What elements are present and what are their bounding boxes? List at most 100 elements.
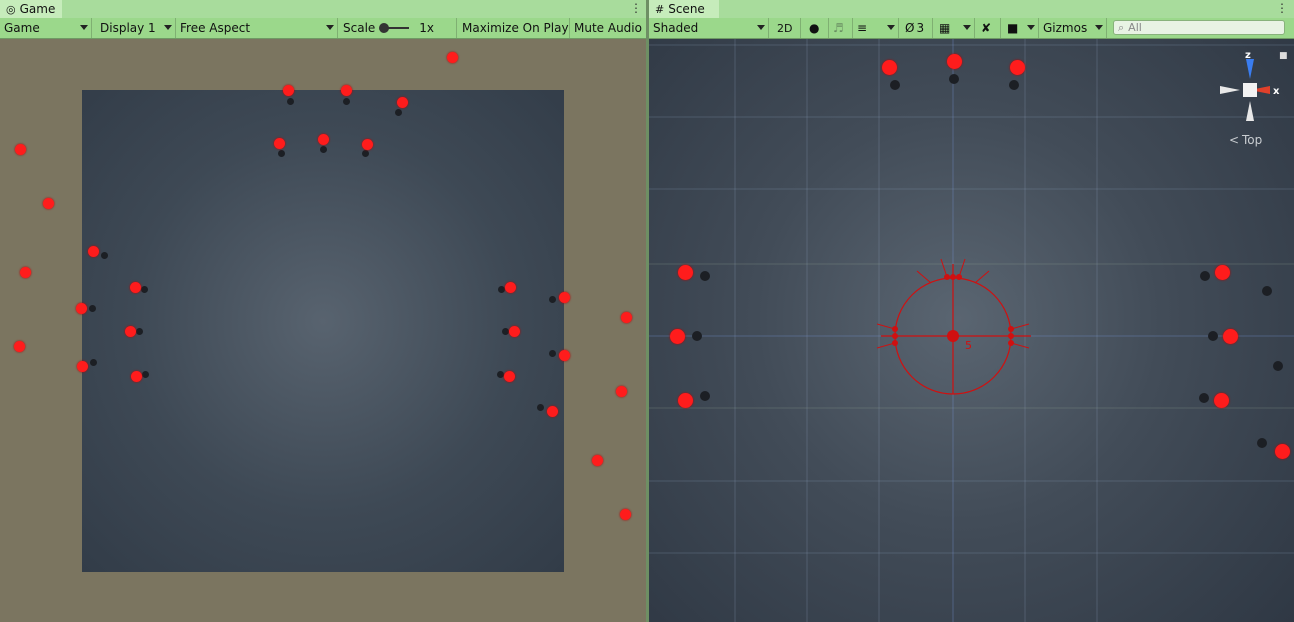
lock-icon[interactable]: ■ xyxy=(1279,51,1288,61)
scale-label: Scale xyxy=(343,21,376,35)
scale-slider[interactable] xyxy=(379,23,410,33)
agent-shadow xyxy=(1273,361,1283,371)
chevron-down-icon xyxy=(963,25,971,30)
agent-shadow xyxy=(501,327,509,335)
view-select[interactable]: Game xyxy=(0,18,92,38)
tab-scene[interactable]: # Scene xyxy=(649,0,719,18)
camera-select[interactable]: ■ xyxy=(1003,18,1039,38)
search-placeholder: All xyxy=(1128,21,1142,34)
shading-select[interactable]: Shaded xyxy=(649,18,769,38)
agent-shadow xyxy=(1200,271,1210,281)
audio-toggle[interactable]: ♬ xyxy=(829,18,853,38)
selected-agent[interactable] xyxy=(947,330,959,342)
agent-shadow xyxy=(286,97,294,105)
agent-marker xyxy=(1213,392,1229,408)
scene-grid xyxy=(649,39,1294,622)
agent-marker xyxy=(615,385,627,397)
agent-shadow xyxy=(1009,80,1019,90)
agent-marker xyxy=(14,143,26,155)
agent-shadow xyxy=(319,145,327,153)
axis-x-label: x xyxy=(1273,86,1280,97)
agent-marker xyxy=(282,84,294,96)
chevron-down-icon xyxy=(1095,25,1103,30)
agent-marker xyxy=(317,133,329,145)
mute-audio-toggle[interactable]: Mute Audio xyxy=(570,18,646,38)
search-input[interactable]: ⌕ All xyxy=(1113,20,1285,35)
mode-2d-label: 2D xyxy=(777,21,793,35)
more-icon[interactable]: ⋮ xyxy=(630,1,642,15)
game-board xyxy=(82,90,564,572)
agent-marker xyxy=(19,266,31,278)
agent-marker xyxy=(361,138,373,150)
sensor-point xyxy=(892,340,898,346)
agent-shadow xyxy=(361,149,369,157)
camera-icon: ■ xyxy=(1007,21,1019,35)
axis-neg-x-cone[interactable] xyxy=(1220,86,1240,94)
gizmos-select[interactable]: Gizmos xyxy=(1039,18,1107,38)
tab-scene-label: Scene xyxy=(668,2,705,16)
visibility-icon: Ø xyxy=(905,21,915,35)
aspect-select[interactable]: Free Aspect xyxy=(176,18,338,38)
lighting-toggle[interactable]: ● xyxy=(805,18,829,38)
scene-viewport[interactable]: 5 z x < Top ■ xyxy=(649,39,1294,622)
ray-line xyxy=(916,270,932,284)
gamepad-icon: ◎ xyxy=(6,2,16,16)
sensor-point xyxy=(944,274,950,280)
agent-shadow xyxy=(548,295,556,303)
light-icon: ● xyxy=(809,21,820,35)
axis-neg-z-cone[interactable] xyxy=(1246,101,1254,121)
selection-gizmo[interactable]: 5 xyxy=(876,258,1031,395)
scale-slider-knob[interactable] xyxy=(379,23,390,33)
agent-shadow xyxy=(88,304,96,312)
effects-select[interactable]: ≡ xyxy=(853,18,899,38)
hidden-count: 3 xyxy=(916,21,925,35)
chevron-down-icon xyxy=(164,25,172,30)
tools-button[interactable]: ✘ xyxy=(977,18,1001,38)
gizmo-center-cube[interactable] xyxy=(1243,83,1257,97)
tab-game-label: Game xyxy=(19,2,56,16)
display-select[interactable]: Display 1 xyxy=(96,18,176,38)
sensor-point xyxy=(892,326,898,332)
shading-select-label: Shaded xyxy=(653,21,699,35)
agent-shadow xyxy=(1262,286,1272,296)
tools-icon: ✘ xyxy=(981,21,992,35)
agent-marker xyxy=(75,302,87,314)
agent-shadow xyxy=(89,358,97,366)
selection-label: 5 xyxy=(965,339,972,352)
agent-marker xyxy=(619,508,631,520)
agent-marker xyxy=(558,291,570,303)
visibility-toggle[interactable]: Ø 3 xyxy=(901,18,933,38)
tab-game[interactable]: ◎ Game xyxy=(0,0,62,18)
display-select-label: Display 1 xyxy=(100,21,156,35)
agent-shadow xyxy=(135,327,143,335)
sensor-point xyxy=(1008,333,1014,339)
chevron-down-icon xyxy=(326,25,334,30)
agent-marker xyxy=(946,53,962,69)
view-label-arrow: < xyxy=(1229,133,1239,147)
agent-marker xyxy=(503,370,515,382)
grid-snap-icon: ▦ xyxy=(939,21,951,35)
orientation-gizmo[interactable]: z x < Top xyxy=(1220,50,1280,147)
agent-marker xyxy=(677,264,693,280)
more-icon[interactable]: ⋮ xyxy=(1276,1,1288,15)
audio-icon: ♬ xyxy=(833,21,844,35)
view-select-label: Game xyxy=(4,21,40,35)
agent-shadow xyxy=(342,97,350,105)
maximize-on-play-toggle[interactable]: Maximize On Play xyxy=(458,18,570,38)
search-icon: ⌕ xyxy=(1118,20,1125,34)
agent-shadow xyxy=(692,331,702,341)
agent-shadow xyxy=(1257,438,1267,448)
agent-marker xyxy=(669,328,685,344)
axis-z-cone[interactable] xyxy=(1246,59,1254,79)
game-viewport[interactable] xyxy=(0,39,646,622)
mode-2d-toggle[interactable]: 2D xyxy=(773,18,801,38)
grid-snap-select[interactable]: ▦ xyxy=(935,18,975,38)
scene-toolbar: Shaded 2D ● ♬ ≡ Ø 3 ▦ ✘ ■ Gizmos ⌕ All xyxy=(649,18,1294,39)
gizmos-label: Gizmos xyxy=(1043,21,1088,35)
view-label: Top xyxy=(1241,133,1262,147)
agent-marker xyxy=(129,281,141,293)
sensor-point xyxy=(892,333,898,339)
agent-marker xyxy=(124,325,136,337)
agent-shadow xyxy=(949,74,959,84)
agent-marker xyxy=(42,197,54,209)
